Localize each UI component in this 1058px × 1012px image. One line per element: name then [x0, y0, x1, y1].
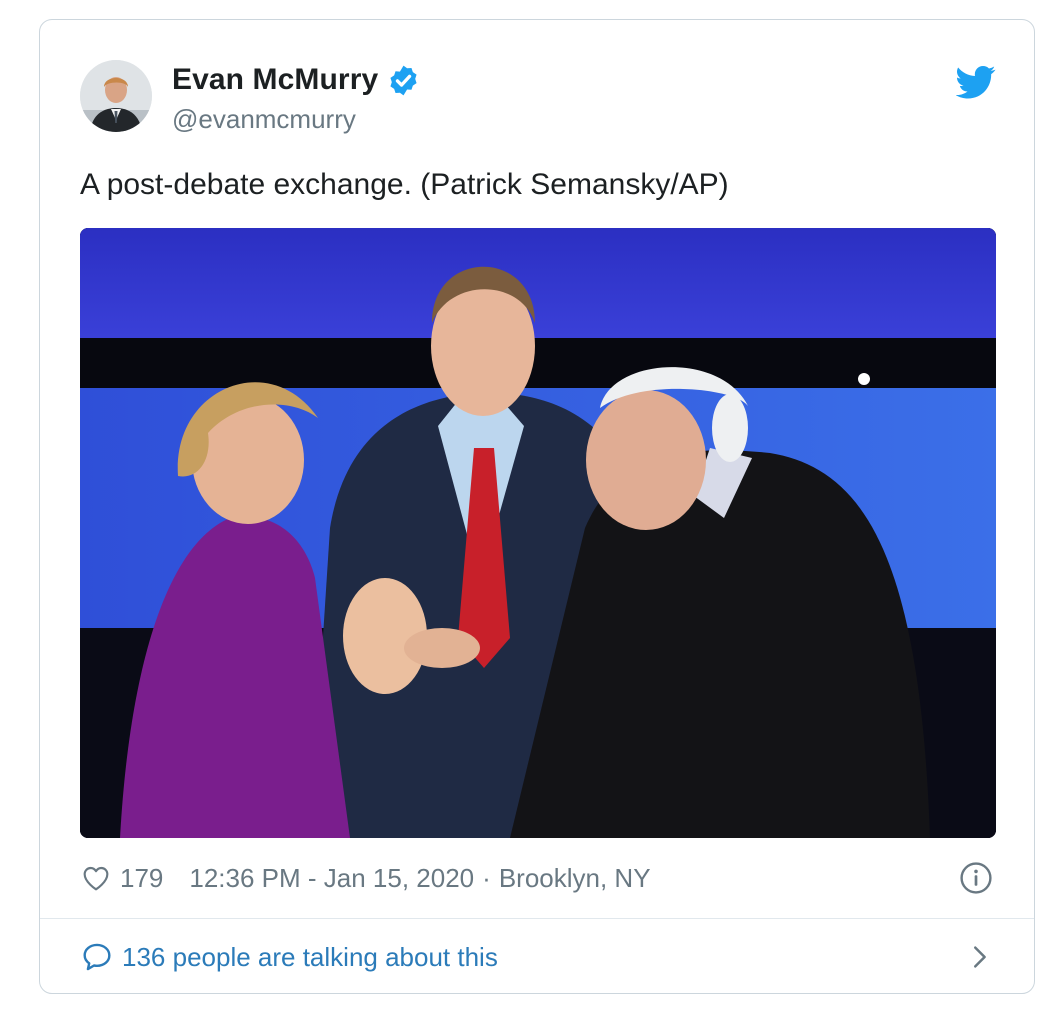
- meta-separator: ·: [482, 862, 491, 893]
- author-name-row[interactable]: Evan McMurry: [172, 62, 420, 98]
- avatar[interactable]: [80, 60, 152, 132]
- talking-count-link[interactable]: 136 people are talking about this: [122, 942, 498, 973]
- tweet-text: A post-debate exchange. (Patrick Semansk…: [80, 168, 729, 201]
- timestamp[interactable]: 12:36 PM - Jan 15, 2020: [189, 863, 474, 894]
- info-icon[interactable]: [958, 860, 994, 896]
- chevron-right-icon[interactable]: [964, 942, 994, 972]
- author-handle[interactable]: @evanmcmurry: [172, 104, 356, 135]
- like-count[interactable]: 179: [120, 863, 163, 894]
- twitter-bird-icon[interactable]: [955, 62, 996, 102]
- tweet-photo[interactable]: [80, 228, 996, 838]
- location[interactable]: Brooklyn, NY: [499, 863, 651, 894]
- verified-badge-icon: [387, 64, 420, 97]
- conversation-link[interactable]: 136 people are talking about this: [80, 920, 994, 993]
- tweet-card[interactable]: Evan McMurry @evanmcmurry A post-debate …: [39, 19, 1035, 994]
- speech-bubble-icon: [80, 940, 114, 974]
- heart-icon[interactable]: [80, 862, 112, 894]
- tweet-meta: 179 12:36 PM - Jan 15, 2020 · Brooklyn, …: [80, 858, 651, 898]
- author-name[interactable]: Evan McMurry: [172, 63, 378, 97]
- divider: [40, 918, 1034, 919]
